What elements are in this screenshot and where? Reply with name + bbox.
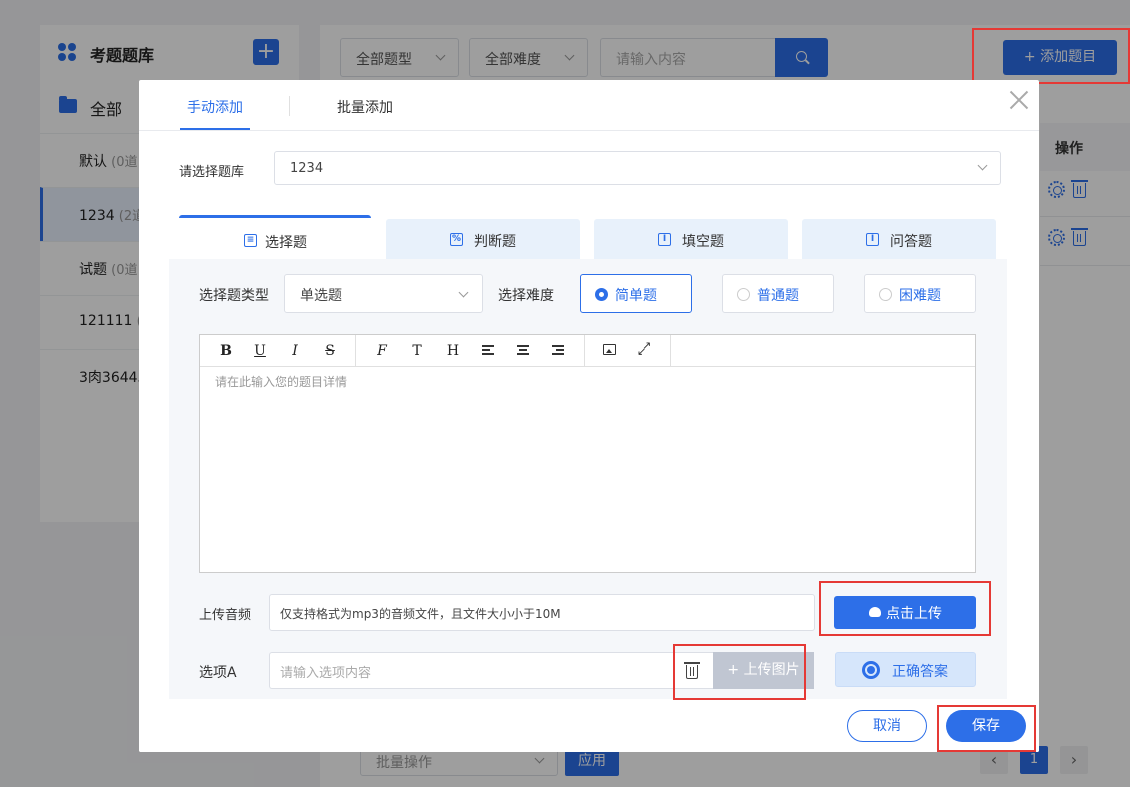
cancel-button[interactable]: 取消: [847, 710, 927, 742]
difficulty-option-label: 普通题: [757, 288, 799, 304]
insert-image-icon[interactable]: [603, 344, 616, 355]
option-a-input[interactable]: 请输入选项内容: [269, 652, 673, 689]
toolbar-divider: [670, 335, 671, 367]
audio-hint: 仅支持格式为mp3的音频文件，且文件大小小于10M: [280, 607, 561, 621]
option-a-label: 选项A: [199, 665, 237, 681]
fullscreen-icon[interactable]: [637, 339, 652, 358]
align-left-icon[interactable]: [482, 345, 494, 355]
add-question-dialog: 手动添加 批量添加 请选择题库 1234 ≡ 选择题 % 判断题 I 填空题 I…: [139, 80, 1039, 752]
highlight-box: [819, 581, 991, 636]
question-type-label: 问答题: [890, 234, 932, 250]
radio-icon: [737, 288, 750, 301]
toolbar-divider: [584, 335, 585, 367]
tab-divider: [289, 96, 290, 116]
align-right-icon[interactable]: [552, 345, 564, 355]
bold-button[interactable]: B: [216, 341, 236, 361]
audio-upload-label: 上传音频: [199, 608, 252, 623]
strikethrough-button[interactable]: S: [320, 341, 340, 361]
audio-file-field[interactable]: 仅支持格式为mp3的音频文件，且文件大小小于10M: [269, 594, 815, 631]
radio-icon: [879, 288, 892, 301]
font-button[interactable]: F: [372, 341, 392, 361]
highlight-box: [972, 28, 1130, 84]
choice-type-label: 选择题类型: [199, 288, 269, 304]
chevron-down-icon: [458, 287, 469, 298]
active-tab-indicator: [180, 128, 250, 130]
bank-select[interactable]: 1234: [274, 151, 1001, 185]
bank-select-label: 请选择题库: [179, 165, 245, 180]
percent-icon: %: [450, 233, 463, 246]
tab-batch-add[interactable]: 批量添加: [337, 97, 393, 117]
difficulty-option-normal[interactable]: 普通题: [722, 274, 834, 313]
chevron-down-icon: [977, 160, 988, 171]
rich-text-editor[interactable]: B U I S F T H 请在此输入您的题目详情: [199, 334, 976, 573]
difficulty-option-label: 困难题: [899, 288, 941, 304]
tab-essay-question[interactable]: I 问答题: [802, 219, 996, 259]
tab-fill-blank-question[interactable]: I 填空题: [594, 219, 788, 259]
radio-selected-icon: [862, 661, 880, 679]
italic-button[interactable]: I: [285, 341, 305, 361]
editor-placeholder: 请在此输入您的题目详情: [215, 375, 348, 389]
choice-type-value: 单选题: [300, 288, 342, 304]
difficulty-option-easy[interactable]: 简单题: [580, 274, 692, 313]
align-center-icon[interactable]: [517, 345, 529, 355]
correct-answer-toggle[interactable]: 正确答案: [835, 652, 976, 687]
question-type-label: 判断题: [474, 234, 516, 250]
tab-true-false-question[interactable]: % 判断题: [386, 219, 580, 259]
toolbar-divider: [355, 335, 356, 367]
question-form-panel: 选择题类型 单选题 选择难度 简单题 普通题 困难题 B U I S F T H…: [169, 259, 1007, 752]
tab-choice-question[interactable]: ≡ 选择题: [179, 215, 371, 259]
difficulty-option-label: 简单题: [615, 288, 657, 304]
radio-selected-icon: [595, 288, 608, 301]
question-type-label: 填空题: [682, 234, 724, 250]
dialog-footer: 取消 保存: [139, 699, 1039, 752]
editor-toolbar: B U I S F T H: [200, 335, 975, 367]
difficulty-option-hard[interactable]: 困难题: [864, 274, 976, 313]
underline-button[interactable]: U: [250, 341, 270, 361]
highlight-box: [937, 705, 1036, 752]
heading-button[interactable]: H: [443, 341, 463, 361]
close-icon[interactable]: [1007, 88, 1031, 112]
correct-answer-label: 正确答案: [892, 664, 948, 680]
dialog-tabs: 手动添加 批量添加: [139, 80, 1039, 131]
highlight-box: [673, 644, 806, 700]
difficulty-label: 选择难度: [498, 288, 554, 304]
text-cursor-icon: I: [866, 233, 879, 246]
bank-select-value: 1234: [290, 161, 324, 176]
text-size-button[interactable]: T: [407, 341, 427, 361]
choice-type-select[interactable]: 单选题: [284, 274, 483, 313]
option-placeholder: 请输入选项内容: [280, 666, 372, 681]
list-icon: ≡: [244, 234, 257, 247]
question-type-label: 选择题: [265, 235, 307, 251]
tab-manual-add[interactable]: 手动添加: [187, 97, 243, 117]
text-cursor-icon: I: [658, 233, 671, 246]
